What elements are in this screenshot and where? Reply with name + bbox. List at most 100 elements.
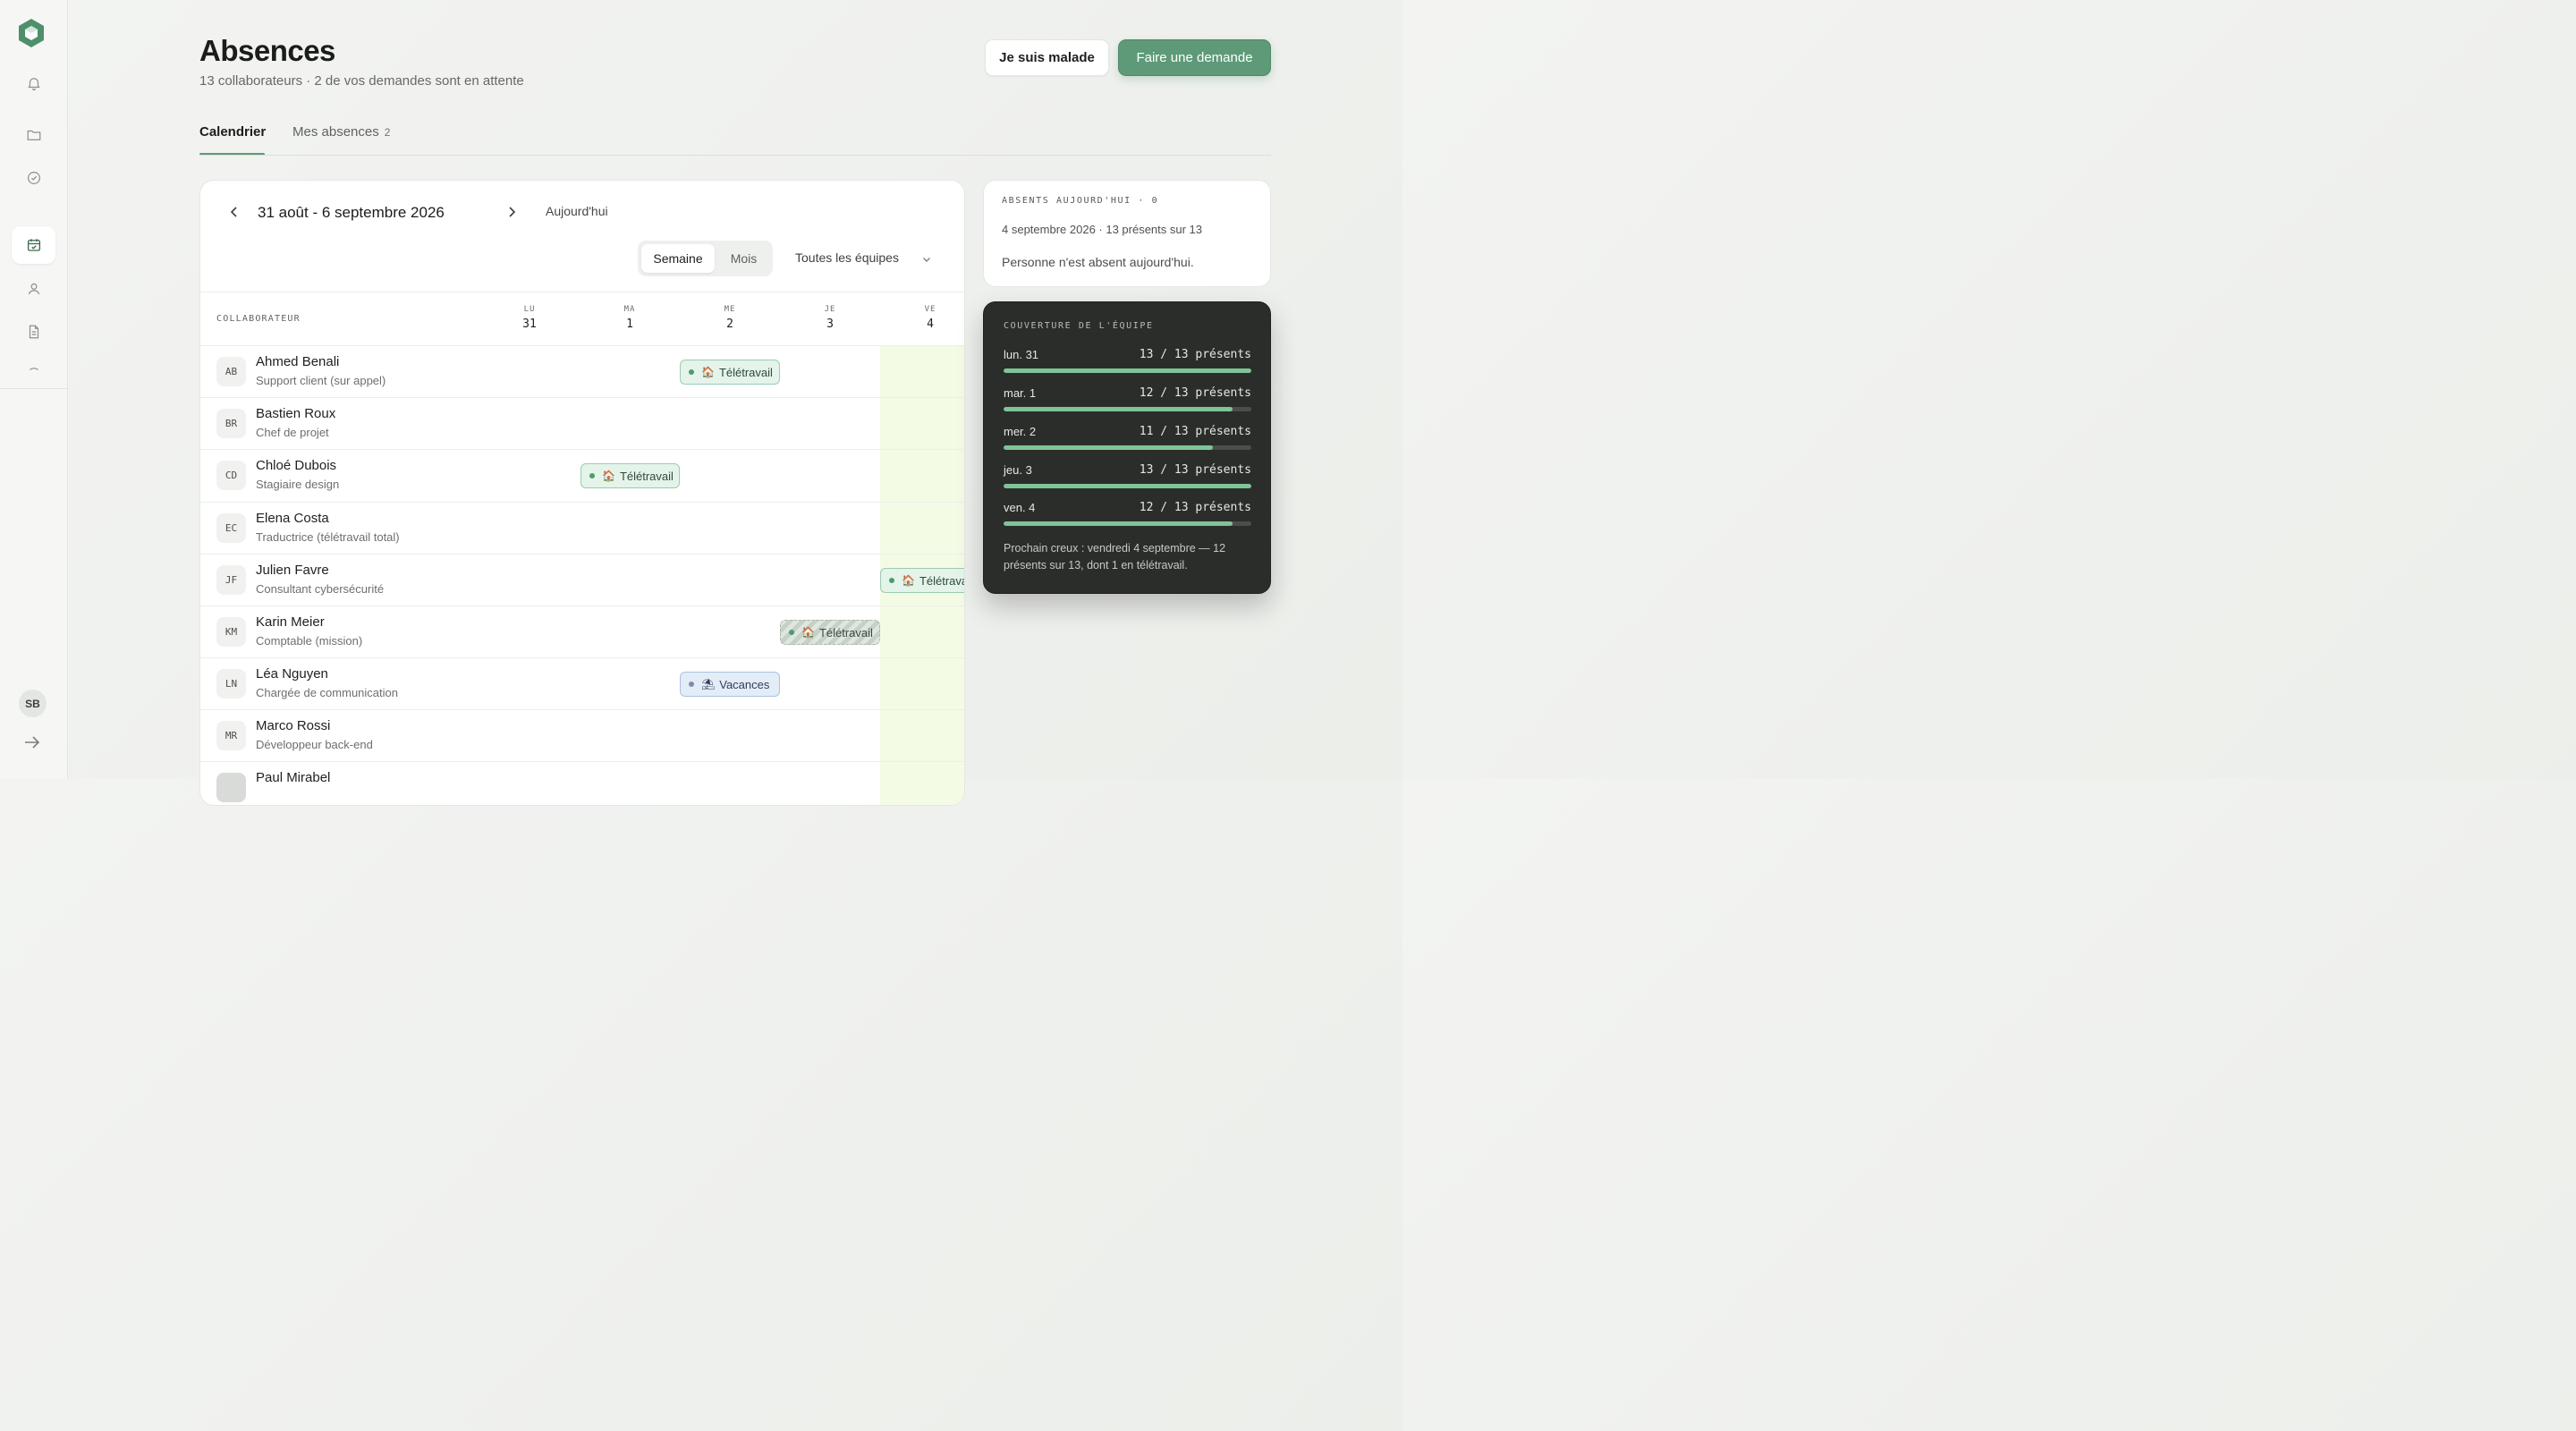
today-button[interactable]: Aujourd'hui <box>546 204 608 218</box>
day-header-fri: VE 4 <box>912 305 948 331</box>
person-name: Karin Meier <box>256 614 325 630</box>
event-label: Télétravail <box>818 625 873 639</box>
document-icon[interactable] <box>12 313 55 351</box>
pending-remote-work-event[interactable]: 🏠 Télétravail <box>780 620 880 645</box>
coverage-bar <box>1004 521 1251 526</box>
table-row[interactable]: EC Elena Costa Traductrice (télétravail … <box>200 502 964 554</box>
absent-today-card: ABSENTS AUJOURD'HUI · 0 4 septembre 2026… <box>983 180 1271 287</box>
person-role: Comptable (mission) <box>256 634 363 648</box>
person-name: Julien Favre <box>256 563 329 578</box>
status-dot <box>789 630 794 635</box>
vacation-event[interactable]: ⛱ Vacances <box>680 672 780 697</box>
table-row[interactable]: MR Marco Rossi Développeur back-end <box>200 709 964 761</box>
coverage-count: 12 / 13 présents <box>1139 386 1251 400</box>
remote-work-event[interactable]: 🏠 Télétravail <box>680 360 780 385</box>
coverage-bar <box>1004 445 1251 450</box>
user-icon[interactable] <box>12 270 55 308</box>
table-row[interactable]: BR Bastien Roux Chef de projet <box>200 397 964 449</box>
date-range-label: 31 août - 6 septembre 2026 <box>258 204 445 221</box>
day-header-thu: JE 3 <box>812 305 848 331</box>
view-month-button[interactable]: Mois <box>718 244 769 273</box>
tabs-divider <box>199 155 1271 156</box>
person-name: Chloé Dubois <box>256 458 337 473</box>
chevron-left-icon[interactable] <box>227 204 242 220</box>
coverage-label: COUVERTURE DE L'ÉQUIPE <box>1004 321 1154 331</box>
person-name: Ahmed Benali <box>256 354 340 369</box>
status-dot <box>889 578 894 583</box>
table-row[interactable]: Paul Mirabel <box>200 761 964 805</box>
day-number: 2 <box>726 318 733 331</box>
day-of-week: LU <box>523 305 536 314</box>
table-row[interactable]: LN Léa Nguyen Chargée de communication ⛱… <box>200 657 964 709</box>
tab-my-absences-label: Mes absences <box>292 124 379 140</box>
logo-hexagon-icon[interactable] <box>17 18 46 48</box>
person-role: Stagiaire design <box>256 478 340 491</box>
day-number: 1 <box>626 318 633 331</box>
remote-work-event[interactable]: 🏠 Télétrava <box>880 568 964 593</box>
person-role: Traductrice (télétravail total) <box>256 530 400 544</box>
more-nav-icon[interactable] <box>12 356 55 374</box>
day-header-mon: LU 31 <box>512 305 547 331</box>
chevron-down-icon[interactable] <box>921 254 932 265</box>
sidebar-divider <box>0 388 68 389</box>
day-of-week: ME <box>724 305 736 314</box>
avatar: KM <box>216 617 246 647</box>
coverage-bar-fill <box>1004 445 1214 450</box>
table-row[interactable]: CD Chloé Dubois Stagiaire design 🏠 Télétr… <box>200 449 964 501</box>
day-of-week: VE <box>924 305 936 314</box>
coverage-count: 11 / 13 présents <box>1139 425 1251 438</box>
day-number: 4 <box>927 318 934 331</box>
day-number: 31 <box>522 318 537 331</box>
table-row[interactable]: AB Ahmed Benali Support client (sur appe… <box>200 345 964 397</box>
event-label: Télétravail <box>718 365 773 379</box>
person-name: Bastien Roux <box>256 406 336 421</box>
sidebar: SB <box>0 0 68 779</box>
person-name: Léa Nguyen <box>256 666 328 682</box>
beach-umbrella-icon: ⛱ <box>701 678 716 690</box>
table-row[interactable]: KM Karin Meier Comptable (mission) 🏠 Télé… <box>200 605 964 657</box>
day-of-week: MA <box>623 305 636 314</box>
remote-work-event[interactable]: 🏠 Télétravail <box>580 463 680 488</box>
folder-icon[interactable] <box>12 116 55 154</box>
person-role: Développeur back-end <box>256 738 373 751</box>
avatar: CD <box>216 461 246 490</box>
tab-calendar[interactable]: Calendrier <box>199 124 266 140</box>
sick-button[interactable]: Je suis malade <box>985 39 1109 76</box>
calendar-icon[interactable] <box>12 226 55 264</box>
avatar <box>216 773 246 802</box>
logout-arrow-icon[interactable] <box>23 734 41 750</box>
avatar: AB <box>216 357 246 386</box>
coverage-bar-fill <box>1004 521 1233 526</box>
event-label: Vacances <box>719 677 770 691</box>
coverage-note: Prochain creux : vendredi 4 septembre — … <box>1004 542 1226 572</box>
avatar: MR <box>216 721 246 750</box>
person-role: Consultant cybersécurité <box>256 582 385 596</box>
coverage-day: lun. 31 <box>1004 348 1039 361</box>
tab-my-absences[interactable]: Mes absences 2 <box>292 124 390 140</box>
view-toggle: Semaine Mois <box>638 241 773 276</box>
coverage-bar <box>1004 484 1251 488</box>
user-avatar[interactable]: SB <box>19 690 47 717</box>
avatar: EC <box>216 513 246 543</box>
table-row[interactable]: JF Julien Favre Consultant cybersécurité… <box>200 554 964 605</box>
status-dot <box>689 369 694 375</box>
coverage-bar <box>1004 368 1251 373</box>
person-name: Elena Costa <box>256 511 329 526</box>
coverage-count: 13 / 13 présents <box>1139 348 1251 361</box>
team-coverage-card: COUVERTURE DE L'ÉQUIPE lun. 31 13 / 13 p… <box>983 301 1271 594</box>
page-subtitle: 13 collaborateurs · 2 de vos demandes so… <box>199 73 524 89</box>
request-button[interactable]: Faire une demande <box>1118 39 1271 76</box>
event-label: Télétravail <box>619 469 674 483</box>
coverage-bar-fill <box>1004 484 1251 488</box>
coverage-day: mer. 2 <box>1004 425 1037 438</box>
avatar: LN <box>216 669 246 699</box>
bell-icon[interactable] <box>12 64 55 102</box>
check-circle-icon[interactable] <box>12 159 55 197</box>
day-of-week: JE <box>824 305 836 314</box>
view-week-button[interactable]: Semaine <box>641 244 715 273</box>
team-filter-select[interactable]: Toutes les équipes <box>795 250 899 265</box>
tab-count-badge: 2 <box>384 126 391 139</box>
calendar-panel: 31 août - 6 septembre 2026 Aujourd'hui S… <box>199 180 965 806</box>
chevron-right-icon[interactable] <box>504 204 519 220</box>
coverage-bar <box>1004 407 1251 411</box>
